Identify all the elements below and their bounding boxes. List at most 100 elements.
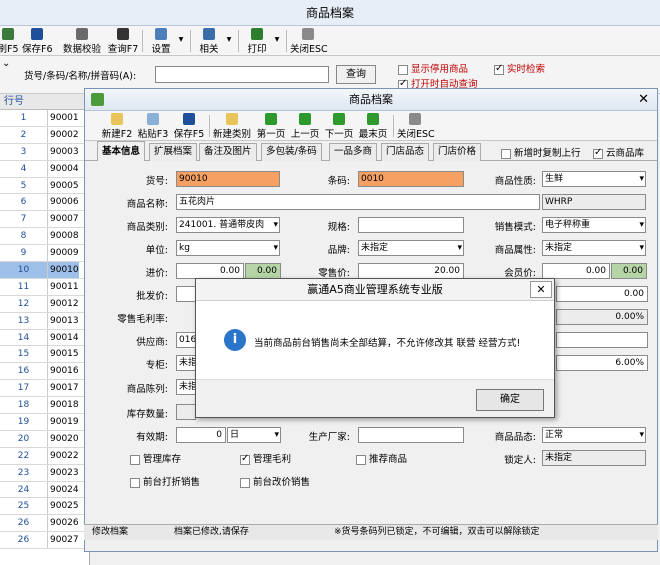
supplier-field[interactable]: 0166 — [176, 332, 196, 348]
expiry-field[interactable]: 0 — [176, 427, 226, 443]
dialog-save-button[interactable]: 保存F5 — [173, 112, 205, 140]
tab-extended[interactable]: 扩展档案 — [149, 143, 198, 161]
close-icon[interactable]: ✕ — [638, 89, 649, 111]
display-field[interactable]: 未指 — [176, 379, 196, 395]
table-row[interactable]: 8 90008 — [0, 228, 89, 246]
prev-page-button[interactable]: 上一页 — [289, 112, 321, 140]
tab-packaging[interactable]: 多包装/条码 — [261, 143, 322, 161]
counter-field[interactable]: 未指 — [176, 355, 196, 371]
first-page-button[interactable]: 第一页 — [255, 112, 287, 140]
category-select[interactable]: 241001. 普通带皮肉 — [176, 217, 280, 233]
table-row[interactable]: 26 90027 — [0, 532, 89, 550]
table-row[interactable]: 3 90003 — [0, 143, 89, 161]
recommend-checkbox[interactable]: 推荐商品 — [356, 451, 407, 465]
query-button[interactable]: 查询 — [336, 65, 376, 84]
table-row[interactable]: 16 90016 — [0, 363, 89, 381]
table-row[interactable]: 23 90023 — [0, 464, 89, 482]
copy-on-new-checkbox[interactable]: 新增时复制上行 — [501, 145, 581, 159]
unit-select[interactable]: kg — [176, 240, 280, 256]
query-button[interactable]: 查询F7 — [106, 27, 140, 55]
settings-dropdown-icon[interactable]: ▾ — [176, 27, 186, 55]
print-button[interactable]: 打印 — [244, 27, 270, 55]
row-code: 90022 — [50, 450, 79, 461]
barcode-field[interactable]: 0010 — [358, 171, 464, 187]
settings-icon — [155, 28, 167, 40]
cloud-library-checkbox[interactable]: 云商品库 — [593, 145, 644, 159]
save-icon — [31, 28, 43, 40]
next-page-button[interactable]: 下一页 — [323, 112, 355, 140]
table-row[interactable]: 1 90001 — [0, 110, 89, 127]
table-row[interactable]: 7 90007 — [0, 211, 89, 229]
refresh-button[interactable]: 刷F5 — [0, 27, 20, 55]
tab-store-price[interactable]: 门店价格 — [433, 143, 482, 161]
cost-field[interactable]: 0.00 — [176, 263, 244, 279]
table-row[interactable]: 11 90011 — [0, 278, 89, 296]
row-number: 18 — [0, 397, 48, 414]
table-row[interactable]: 6 90006 — [0, 194, 89, 212]
wholesale-field[interactable] — [176, 286, 196, 302]
supplier-right-field — [556, 332, 648, 348]
search-input[interactable] — [155, 66, 329, 83]
item-no-field[interactable]: 90010 — [176, 171, 280, 187]
tab-basic-info[interactable]: 基本信息 — [97, 141, 146, 161]
search-collapse-icon[interactable]: ⌄ — [2, 58, 10, 69]
table-row[interactable]: 4 90004 — [0, 160, 89, 178]
tab-notes-images[interactable]: 备注及图片 — [199, 143, 257, 161]
table-row[interactable]: 14 90014 — [0, 329, 89, 347]
expiry-unit-select[interactable]: 日 — [227, 427, 281, 443]
spec-field[interactable] — [358, 217, 464, 233]
table-row[interactable]: 15 90015 — [0, 346, 89, 364]
table-row[interactable]: 2 90002 — [0, 126, 89, 144]
member-price-field[interactable]: 0.00 — [542, 263, 610, 279]
brand-select[interactable]: 未指定 — [358, 240, 464, 256]
table-row[interactable]: 9 90009 — [0, 245, 89, 263]
table-row[interactable]: 12 90012 — [0, 295, 89, 313]
manage-stock-checkbox[interactable]: 管理库存 — [130, 451, 181, 465]
last-page-icon — [367, 113, 379, 125]
tab-multi-vendor[interactable]: 一品多商 — [329, 143, 378, 161]
message-close-icon[interactable]: ✕ — [530, 281, 552, 298]
settings-button[interactable]: 设置 — [148, 27, 174, 55]
table-row[interactable]: 10 90010 — [0, 262, 89, 279]
counter-right-field: 6.00% — [556, 355, 648, 371]
dialog-close-button[interactable]: 关闭ESC — [397, 112, 435, 140]
row-number: 16 — [0, 363, 48, 380]
status-select[interactable]: 正常 — [542, 427, 646, 443]
show-disabled-checkbox[interactable]: 显示停用商品 — [398, 61, 468, 75]
print-dropdown-icon[interactable]: ▾ — [272, 27, 282, 55]
last-page-button[interactable]: 最末页 — [357, 112, 389, 140]
table-row[interactable]: 18 90018 — [0, 397, 89, 415]
table-row[interactable]: 20 90020 — [0, 430, 89, 448]
validate-button[interactable]: 数据校验 — [62, 27, 102, 55]
related-dropdown-icon[interactable]: ▾ — [224, 27, 234, 55]
realtime-checkbox[interactable]: 实时检索 — [494, 61, 545, 75]
ok-button[interactable]: 确定 — [476, 389, 544, 411]
tab-store-status[interactable]: 门店品态 — [381, 143, 430, 161]
manage-margin-checkbox[interactable]: 管理毛利 — [240, 451, 291, 465]
table-row[interactable]: 17 90017 — [0, 380, 89, 398]
table-row[interactable]: 19 90019 — [0, 414, 89, 431]
close-button[interactable]: 关闭ESC — [290, 27, 328, 55]
table-row[interactable]: 22 90022 — [0, 447, 89, 465]
sales-mode-select[interactable]: 电子秤称重 — [542, 217, 646, 233]
paste-button[interactable]: 粘贴F3 — [137, 112, 169, 140]
category-icon — [226, 113, 238, 125]
new-category-button[interactable]: 新建类别 — [213, 112, 251, 140]
main-toolbar: 刷F5 保存F6 数据校验 查询F7 设置 ▾ 相关 ▾ 打印 ▾ 关闭ESC — [0, 26, 660, 56]
table-row[interactable]: 13 90013 — [0, 312, 89, 330]
nature-select[interactable]: 生鲜 — [542, 171, 646, 187]
new-button[interactable]: 新建F2 — [101, 112, 133, 140]
table-row[interactable]: 24 90024 — [0, 481, 89, 499]
save-button[interactable]: 保存F6 — [22, 27, 53, 55]
table-row[interactable]: 26 90026 — [0, 515, 89, 533]
manufacturer-field[interactable] — [358, 427, 464, 443]
pos-price-change-checkbox[interactable]: 前台改价销售 — [240, 474, 310, 488]
related-button[interactable]: 相关 — [196, 27, 222, 55]
row-number: 26 — [0, 532, 48, 549]
name-field[interactable]: 五花肉片 — [176, 194, 540, 210]
table-row[interactable]: 25 90025 — [0, 498, 89, 516]
table-row[interactable]: 5 90005 — [0, 177, 89, 195]
retail-price-field[interactable]: 20.00 — [358, 263, 464, 279]
attribute-select[interactable]: 未指定 — [542, 240, 646, 256]
pos-discount-checkbox[interactable]: 前台打折销售 — [130, 474, 200, 488]
